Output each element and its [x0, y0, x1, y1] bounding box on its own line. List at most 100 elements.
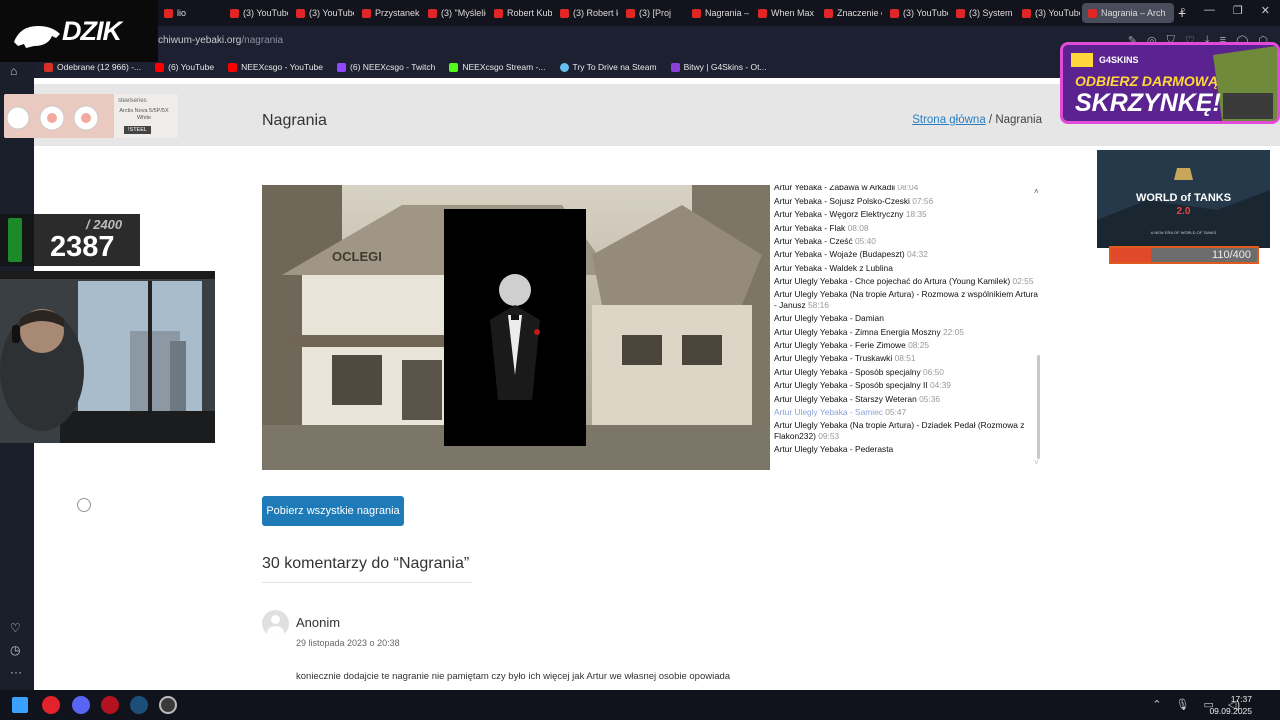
playlist-item[interactable]: Artur Yebaka - Flak 08:08: [770, 221, 1042, 234]
home-icon[interactable]: ⌂: [10, 64, 17, 78]
playlist-scrollbar[interactable]: ˄ ˅: [1034, 187, 1040, 467]
kick-icon: [449, 62, 459, 72]
browser-tab[interactable]: (3) Robert k: [554, 3, 618, 23]
tab-favicon-icon: [626, 8, 635, 18]
url-field[interactable]: chiwum-yebaki.org/nagrania: [158, 35, 283, 46]
tab-label: Robert Kubi: [507, 8, 552, 18]
browser-tab[interactable]: (3) YouTube: [884, 3, 948, 23]
steelseries-product: Arctis Nova 5/5P/5X White: [119, 108, 169, 121]
bookmark-youtube[interactable]: (6) YouTube: [155, 62, 214, 72]
search-tabs-icon[interactable]: ⌕: [1180, 4, 1186, 17]
playlist-item[interactable]: Artur Ulegly Yebaka - Zimna Energia Mosz…: [770, 325, 1042, 338]
playlist-item[interactable]: Artur Ulegly Yebaka - Chce pojechać do A…: [770, 275, 1042, 288]
opera-gx-icon[interactable]: [101, 696, 119, 714]
playlist-item[interactable]: Artur Ulegly Yebaka (Na tropie Artura) -…: [770, 288, 1042, 312]
playlist-item[interactable]: Artur Ulegly Yebaka - Truskawki 08:51: [770, 352, 1042, 365]
playlist-item[interactable]: Artur Ulegly Yebaka - Sposób specjalny 0…: [770, 365, 1042, 378]
playlist-item[interactable]: Artur Ulegly Yebaka - Samiec 05:47: [770, 406, 1042, 419]
chevron-up-icon[interactable]: ⌃: [1152, 698, 1161, 711]
playlist-item[interactable]: Artur Yebaka - Sojusz Polsko-Czeski 07:5…: [770, 194, 1042, 207]
browser-tab[interactable]: Przystanek L: [356, 3, 420, 23]
sub-goal-overlay: / 2400 2387: [0, 214, 140, 266]
breadcrumb-home-link[interactable]: Strona główna: [912, 114, 986, 126]
playlist-item-title: Artur Ulegly Yebaka - Truskawki: [774, 353, 893, 364]
playlist-item[interactable]: Artur Ulegly Yebaka - Starszy Weteran 05…: [770, 392, 1042, 405]
browser-tab[interactable]: (3) System H: [950, 3, 1014, 23]
history-icon[interactable]: ◷: [10, 643, 20, 657]
tab-label: Przystanek L: [375, 8, 420, 18]
playlist-item[interactable]: Artur Yebaka - Zabawa w Arkadii 08:04: [770, 185, 1042, 194]
bookmark-g4skins[interactable]: Bitwy | G4Skins - Ot...: [670, 62, 767, 72]
comment-date[interactable]: 29 listopada 2023 o 20:38: [296, 638, 400, 648]
clock-date: 09.09.2025: [1209, 706, 1252, 716]
bookmark-label: NEEXcsgo - YouTube: [241, 62, 324, 72]
playlist-item[interactable]: Artur Yebaka - Cześć 05:40: [770, 235, 1042, 248]
playlist-item[interactable]: Artur Yebaka - Wojaże (Budapeszt) 04:32: [770, 248, 1042, 261]
playlist-item[interactable]: Artur Ulegly Yebaka - Damian: [770, 312, 1042, 325]
browser-tab[interactable]: Robert Kubi: [488, 3, 552, 23]
browser-tab[interactable]: Nagrania – Arch: [1082, 3, 1174, 23]
close-icon[interactable]: ✕: [1261, 4, 1270, 17]
minimize-icon[interactable]: —: [1204, 4, 1215, 17]
world-of-tanks-overlay: WORLD of TANKS 2.0 A NEW ERA OF WORLD OF…: [1097, 150, 1270, 248]
video-player[interactable]: OCLEGI: [262, 185, 770, 470]
tab-label: Nagrania – A: [705, 8, 750, 18]
browser-tab[interactable]: Nagrania – A: [686, 3, 750, 23]
opera-icon[interactable]: [42, 696, 60, 714]
playlist-item-title: Artur Ulegly Yebaka - Sposób specjalny I…: [774, 380, 928, 391]
browser-tab[interactable]: (3) YouTube: [224, 3, 288, 23]
maximize-icon[interactable]: ❐: [1233, 4, 1243, 17]
bookmark-neex-twitch[interactable]: (6) NEEXcsgo - Twitch: [337, 62, 435, 72]
scroll-down-icon[interactable]: ˅: [1034, 458, 1039, 467]
browser-tab[interactable]: lio: [158, 3, 222, 23]
wot-title: WORLD of TANKS: [1135, 192, 1232, 204]
browser-tab[interactable]: (3) "Myślelić: [422, 3, 486, 23]
browser-tab[interactable]: When Max V: [752, 3, 816, 23]
playlist-items: Artur Yebaka - Zabawa w Arkadii 08:04 Art…: [770, 185, 1042, 456]
obs-icon[interactable]: [159, 696, 177, 714]
steam-icon[interactable]: [130, 696, 148, 714]
tab-favicon-icon: [362, 8, 371, 18]
browser-tab[interactable]: Znaczenie c: [818, 3, 882, 23]
tab-favicon-icon: [1022, 8, 1031, 18]
playlist-item[interactable]: Artur Ulegly Yebaka - Pederasta: [770, 443, 1042, 456]
favorites-icon[interactable]: ♡: [10, 621, 21, 635]
steelseries-code: !STEEL: [124, 126, 151, 134]
browser-tab[interactable]: (3) YouTube: [1016, 3, 1080, 23]
download-all-button[interactable]: Pobierz wszystkie nagrania: [262, 496, 404, 526]
playlist-item-title: Artur Ulegly Yebaka - Ferie Zimowe: [774, 340, 906, 351]
microphone-icon[interactable]: 🎙︎: [1176, 698, 1190, 711]
tab-favicon-icon: [230, 8, 239, 18]
playlist-item-duration: 08:25: [908, 340, 930, 351]
bookmark-steam[interactable]: Try To Drive na Steam: [559, 62, 657, 72]
taskbar: ⌃ 🎙︎ ▭ ◁) 17:37 09.09.2025: [0, 690, 1280, 720]
more-icon[interactable]: ···: [10, 665, 22, 679]
playlist-item-duration: 07:56: [912, 195, 934, 206]
discord-icon[interactable]: [72, 696, 90, 714]
tab-favicon-icon: [494, 8, 503, 18]
scrollbar-thumb[interactable]: [1037, 355, 1040, 459]
tab-favicon-icon: [758, 8, 767, 18]
playlist-item-duration: 04:39: [929, 380, 951, 391]
bookmark-gmail[interactable]: Odebrane (12 966) -...: [44, 62, 141, 72]
breadcrumb: Strona główna / Nagrania: [912, 114, 1042, 126]
clock[interactable]: 17:37 09.09.2025: [1209, 693, 1252, 717]
playlist-item[interactable]: Artur Ulegly Yebaka - Ferie Zimowe 08:25: [770, 339, 1042, 352]
playlist-item-duration: 06:50: [922, 366, 944, 377]
bookmark-neex-kick[interactable]: NEEXcsgo Stream -...: [449, 62, 546, 72]
url-path: /nagrania: [241, 35, 284, 46]
browser-tab[interactable]: (3) YouTube: [290, 3, 354, 23]
playlist-item-title: Artur Ulegly Yebaka - Chce pojechać do A…: [774, 276, 1011, 287]
playlist-item[interactable]: Artur Ulegly Yebaka - Sposób specjalny I…: [770, 379, 1042, 392]
bookmark-neex-youtube[interactable]: NEEXcsgo - YouTube: [228, 62, 323, 72]
playlist-item[interactable]: Artur Ulegly Yebaka (Na tropie Artura) -…: [770, 419, 1042, 443]
playlist-item-title: Artur Ulegly Yebaka - Damian: [774, 313, 884, 324]
windows-start-icon[interactable]: [12, 697, 28, 713]
playlist-item[interactable]: Artur Yebaka - Węgorz Elektryczny 18:35: [770, 208, 1042, 221]
g4skins-ad-line1: ODBIERZ DARMOWĄ: [1075, 73, 1219, 89]
scroll-up-icon[interactable]: ˄: [1034, 187, 1039, 196]
clock-time: 17:37: [1230, 694, 1252, 704]
playlist-item[interactable]: Artur Yebaka - Waldek z Lublina: [770, 261, 1042, 274]
browser-tab[interactable]: (3) [Proj: [620, 3, 684, 23]
playlist-item-duration: 05:47: [885, 406, 907, 417]
